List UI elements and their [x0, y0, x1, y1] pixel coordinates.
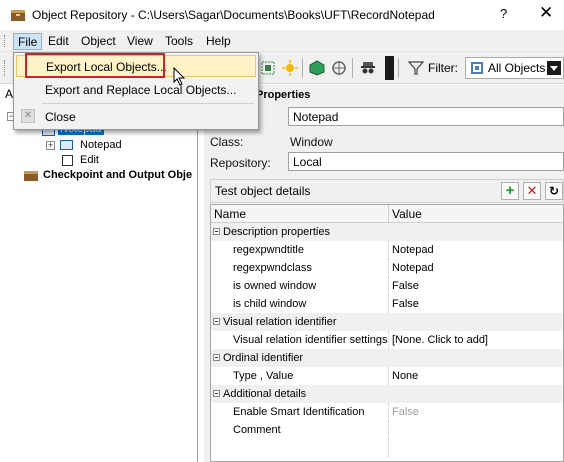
menubar-grip-icon	[4, 35, 7, 47]
grid-prop-name: is child window	[233, 298, 307, 310]
filter-select-value: All Objects	[488, 61, 546, 75]
object-repository-app-icon	[10, 8, 26, 22]
name-field[interactable]: Notepad	[288, 107, 564, 126]
grid-category-row[interactable]: Ordinal identifier	[211, 349, 563, 367]
toolbar-separator	[302, 58, 303, 78]
grid-category-row[interactable]: Additional details	[211, 385, 563, 403]
properties-panel: Properties Notepad Class: Window Reposit…	[204, 85, 564, 462]
grid-prop-value[interactable]	[388, 421, 563, 439]
repository-label: Repository:	[210, 156, 271, 170]
checkpoint-folder-icon	[24, 171, 38, 181]
filter-select[interactable]: All Objects	[465, 57, 564, 79]
menu-help[interactable]: Help	[202, 33, 235, 50]
test-object-details-title: Test object details	[215, 184, 311, 198]
grid-prop-name: regexpwndtitle	[233, 244, 304, 256]
filter-label: Filter:	[428, 61, 458, 75]
menu-object[interactable]: Object	[77, 33, 120, 50]
spy-agent-icon[interactable]	[360, 60, 376, 76]
menu-item-label: Close	[45, 110, 76, 124]
filter-funnel-icon	[407, 60, 425, 76]
grid-row[interactable]: Visual relation identifier settings [Non…	[211, 331, 563, 349]
menu-separator	[42, 103, 254, 104]
grid-prop-name: Comment	[233, 424, 281, 436]
grid-prop-value[interactable]: False	[388, 295, 563, 313]
menu-view[interactable]: View	[123, 33, 157, 50]
menu-bar: File Edit Object View Tools Help	[0, 30, 564, 52]
grid-row[interactable]: Type , Value None	[211, 367, 563, 385]
annotation-highlight-box	[25, 53, 165, 78]
toolbar-grip-icon	[4, 60, 7, 76]
grid-row[interactable]: regexpwndclass Notepad	[211, 259, 563, 277]
grid-prop-value[interactable]: [None. Click to add]	[388, 331, 563, 349]
menu-item-label: Export and Replace Local Objects...	[45, 83, 237, 97]
tree-node-edit[interactable]: Edit	[80, 154, 99, 166]
grid-prop-name: Enable Smart Identification	[233, 406, 365, 418]
menu-edit[interactable]: Edit	[44, 33, 73, 50]
tree-edit-icon	[62, 155, 73, 166]
grid-row[interactable]: is child window False	[211, 295, 563, 313]
grid-prop-name: Visual relation identifier settings	[233, 334, 388, 346]
target-icon[interactable]	[331, 60, 347, 76]
filter-option-icon	[470, 61, 484, 78]
grid-prop-value[interactable]: Notepad	[388, 241, 563, 259]
grid-prop-value[interactable]: False	[388, 277, 563, 295]
class-value: Window	[290, 135, 333, 149]
grid-row[interactable]: Enable Smart Identification False	[211, 403, 563, 421]
add-property-button[interactable]: +	[501, 182, 519, 200]
mouse-pointer-icon	[173, 66, 187, 90]
test-object-details-header: Test object details + ✕ ↻	[210, 179, 564, 203]
tree-node-notepad[interactable]: Notepad	[80, 139, 122, 151]
grid-col-name: Name	[214, 207, 247, 221]
grid-category-name: Visual relation identifier	[223, 316, 337, 328]
grid-prop-name: is owned window	[233, 280, 317, 292]
grid-empty-row	[211, 439, 563, 457]
title-bar: Object Repository - C:\Users\Sagar\Docum…	[0, 0, 564, 30]
grid-category-name: Ordinal identifier	[223, 352, 304, 364]
grid-prop-value: False	[388, 403, 563, 421]
class-label: Class:	[210, 135, 244, 149]
grid-prop-value[interactable]: None	[388, 367, 563, 385]
toolbar-separator	[398, 58, 399, 78]
grid-empty-cell	[388, 439, 563, 457]
test-object-details-grid: Name Value Description properties regexp…	[210, 204, 564, 462]
grid-row[interactable]: Comment	[211, 421, 563, 439]
object-tree-panel: A − Notepad + Notepad Edit Checkpoint an…	[0, 85, 198, 462]
grid-header: Name Value	[211, 205, 563, 223]
toolbar-overflow-icon[interactable]	[385, 56, 394, 80]
grid-category-row[interactable]: Visual relation identifier	[211, 313, 563, 331]
object-spy-icon[interactable]	[309, 60, 325, 76]
tree-tab-stub: A	[5, 87, 14, 101]
menu-file[interactable]: File	[13, 33, 43, 50]
grid-prop-value[interactable]: Notepad	[388, 259, 563, 277]
grid-category-name: Additional details	[223, 388, 307, 400]
menu-tools[interactable]: Tools	[161, 33, 197, 50]
grid-prop-name: Type , Value	[233, 370, 294, 382]
properties-section-title: Properties	[256, 89, 311, 101]
refresh-icon[interactable]: ↻	[545, 182, 563, 200]
help-button[interactable]: ?	[500, 6, 507, 21]
sun-icon[interactable]	[282, 60, 298, 76]
highlight-in-app-icon[interactable]	[260, 60, 276, 76]
tree-expand-toggle[interactable]: +	[46, 141, 55, 150]
close-icon: ✕	[21, 109, 35, 123]
tree-window-icon	[60, 140, 73, 150]
window-title: Object Repository - C:\Users\Sagar\Docum…	[32, 8, 435, 22]
grid-prop-name: regexpwndclass	[233, 262, 312, 274]
grid-col-divider	[388, 205, 389, 223]
grid-category-name: Description properties	[223, 226, 330, 238]
delete-property-button[interactable]: ✕	[523, 182, 541, 200]
toolbar-separator	[352, 58, 353, 78]
menu-item-export-and-replace[interactable]: Export and Replace Local Objects...	[16, 79, 256, 101]
grid-col-value: Value	[392, 207, 422, 221]
chevron-down-icon[interactable]	[547, 61, 561, 75]
grid-row[interactable]: is owned window False	[211, 277, 563, 295]
close-window-button[interactable]: ✕	[539, 3, 553, 23]
grid-row[interactable]: regexpwndtitle Notepad	[211, 241, 563, 259]
repository-field: Local	[288, 152, 564, 171]
grid-category-row[interactable]: Description properties	[211, 223, 563, 241]
tree-node-checkpoints[interactable]: Checkpoint and Output Obje	[43, 169, 192, 181]
menu-item-close[interactable]: ✕ Close	[16, 106, 256, 128]
